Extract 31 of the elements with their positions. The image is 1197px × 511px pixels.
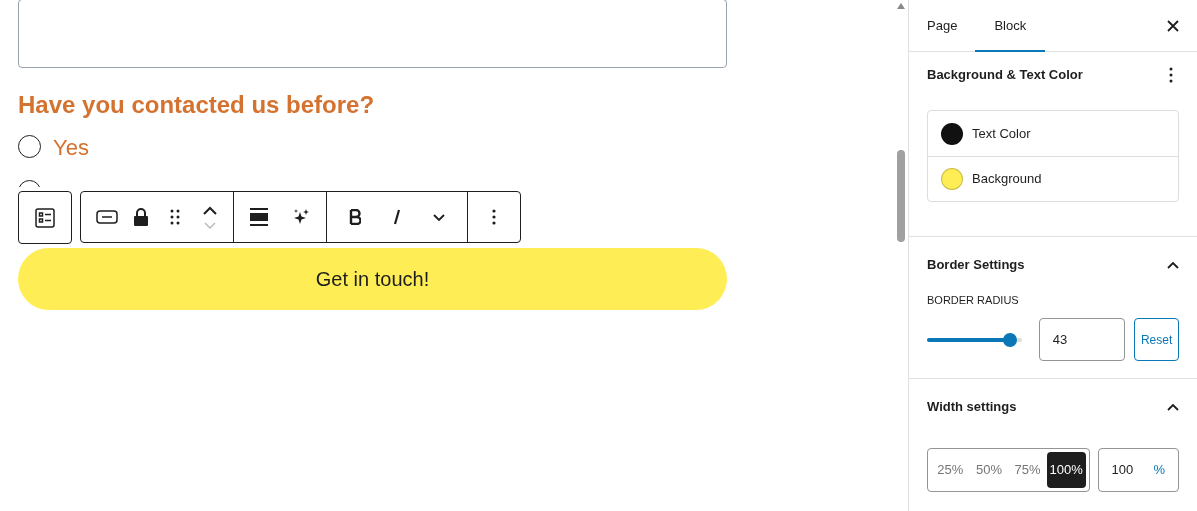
block-type-button[interactable] xyxy=(18,191,72,244)
panel-title: Border Settings xyxy=(927,256,1025,275)
scroll-up-icon[interactable] xyxy=(897,3,905,9)
color-label: Background xyxy=(972,170,1042,189)
submit-button[interactable]: Get in touch! xyxy=(18,248,727,310)
form-icon xyxy=(34,206,56,229)
option-label: Yes xyxy=(53,133,89,162)
color-label: Text Color xyxy=(972,124,1031,143)
field-label: BORDER RADIUS xyxy=(927,293,1020,307)
tab[interactable]: Page xyxy=(919,0,966,52)
tab[interactable]: Block xyxy=(975,0,1046,52)
slider-thumb[interactable] xyxy=(1003,332,1018,347)
panel-title: Width settings xyxy=(927,398,1017,417)
width-value: 100 xyxy=(1111,461,1134,480)
width-preset-button[interactable]: 25% xyxy=(931,452,970,488)
textarea-field[interactable] xyxy=(18,0,727,68)
width-preset-button[interactable]: 100% xyxy=(1046,452,1086,488)
color-option[interactable]: Text Color xyxy=(928,111,1178,156)
color-option[interactable]: Background xyxy=(928,156,1178,201)
question-heading: Have you contacted us before? xyxy=(18,90,376,120)
width-preset-button[interactable]: 75% xyxy=(1008,452,1047,488)
chevron-up-icon[interactable] xyxy=(1167,261,1179,269)
unit-label: % xyxy=(1153,461,1165,480)
number-field[interactable]: 43 xyxy=(1038,318,1126,361)
slider-track[interactable] xyxy=(927,332,1022,347)
reset-button[interactable]: Reset xyxy=(1134,318,1179,361)
scrollbar-thumb[interactable] xyxy=(897,150,905,242)
width-field[interactable]: 100 % xyxy=(1097,448,1179,492)
width-preset-button[interactable]: 50% xyxy=(969,452,1009,488)
chevron-up-icon[interactable] xyxy=(1167,403,1179,411)
panel-title: Background & Text Color xyxy=(927,66,1083,85)
